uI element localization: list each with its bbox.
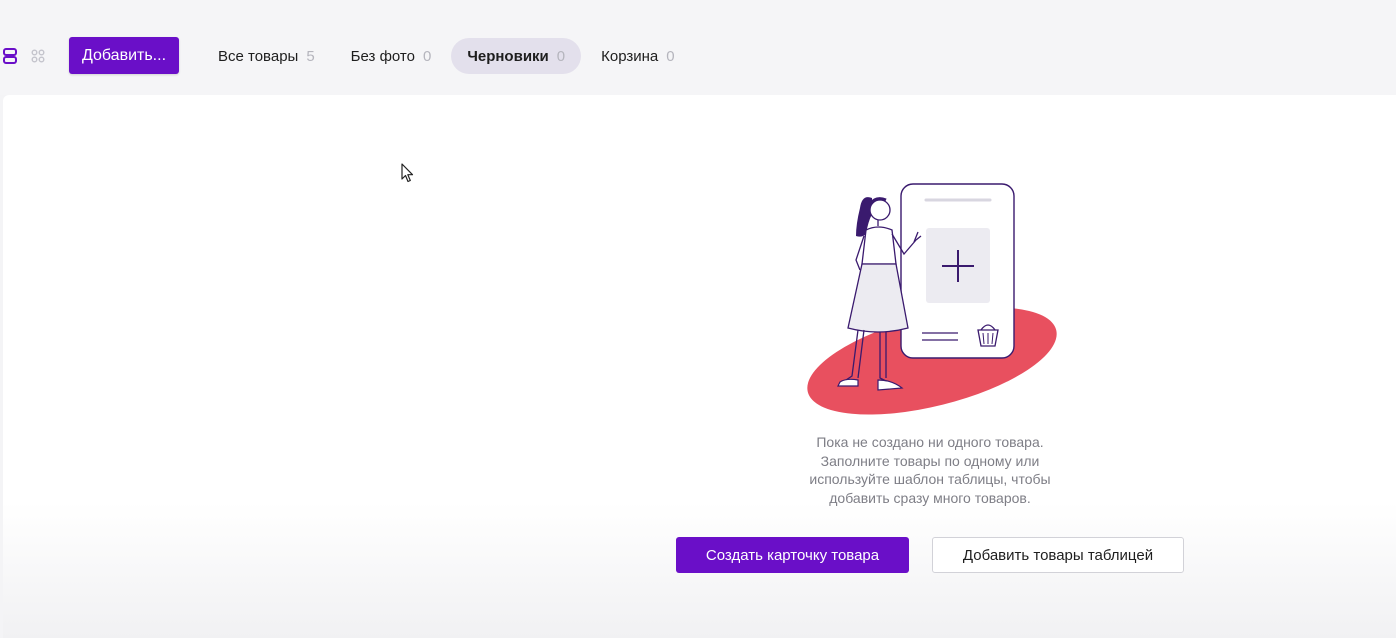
list-view-icon[interactable] [2,47,18,65]
tab-label: Черновики [467,47,549,65]
woman-with-phone-illustration [800,178,1065,418]
empty-state-message: Пока не создано ни одного товара. Заполн… [809,434,1051,506]
tab-count: 5 [306,47,315,65]
tab-count: 0 [556,47,566,65]
mouse-cursor-icon [401,163,415,183]
tab-label: Без фото [350,47,415,65]
tab-label: Все товары [218,47,299,65]
product-filter-tabs: Все товары 5 Без фото 0 Черновики 0 Корз… [202,38,695,74]
tab-drafts[interactable]: Черновики 0 [451,38,582,74]
create-product-card-button[interactable]: Создать карточку товара [676,537,909,573]
tab-label: Корзина [601,47,659,65]
tab-count: 0 [666,47,675,65]
grid-view-icon[interactable] [30,47,46,65]
tab-trash[interactable]: Корзина 0 [585,38,690,74]
add-dropdown-button[interactable]: Добавить... [69,37,179,74]
toolbar: Добавить... Все товары 5 Без фото 0 Черн… [0,0,1396,95]
tab-all-products[interactable]: Все товары 5 [202,38,331,74]
tab-no-photo[interactable]: Без фото 0 [335,38,448,74]
tab-count: 0 [422,47,432,65]
add-products-table-button[interactable]: Добавить товары таблицей [932,537,1184,573]
